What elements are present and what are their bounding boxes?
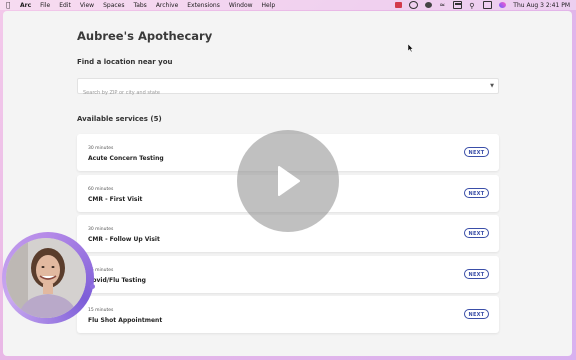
services-heading: Available services (5) [77, 115, 162, 123]
service-name: Flu Shot Appointment [88, 317, 163, 324]
search-icon[interactable]: ⚲ [469, 2, 476, 10]
status-dot-icon[interactable] [425, 2, 433, 8]
apple-icon[interactable]:  [6, 1, 14, 9]
menu-window[interactable]: Window [229, 2, 253, 9]
service-card[interactable]: 15 minutes Flu Shot Appointment NEXT [77, 296, 499, 333]
service-duration: 30 minutes [88, 146, 114, 151]
service-name: Acute Concern Testing [88, 155, 164, 162]
service-duration: 15 minutes [88, 308, 114, 313]
menu-bar:  Arc File Edit View Spaces Tabs Archive… [0, 0, 576, 10]
record-icon[interactable] [409, 1, 419, 9]
menu-file[interactable]: File [40, 2, 50, 9]
menu-help[interactable]: Help [262, 2, 276, 9]
next-button[interactable]: NEXT [464, 187, 489, 198]
next-button[interactable]: NEXT [464, 268, 489, 279]
service-name: CMR - Follow Up Visit [88, 236, 160, 243]
location-search-box[interactable]: ▼ [77, 78, 499, 100]
next-button[interactable]: NEXT [464, 147, 489, 157]
menu-edit[interactable]: Edit [59, 2, 71, 9]
find-location-label: Find a location near you [77, 58, 173, 66]
webcam-video[interactable] [6, 238, 86, 318]
dropdown-caret-icon[interactable]: ▼ [490, 83, 494, 89]
page-title: Aubree's Apothecary [77, 29, 213, 43]
menu-archive[interactable]: Archive [156, 2, 178, 9]
next-button[interactable]: NEXT [464, 228, 489, 238]
video-play-button[interactable] [237, 130, 339, 232]
service-duration: 60 minutes [88, 186, 114, 192]
wifi-icon[interactable]: ≈ [439, 2, 446, 9]
menu-bar-status: ≈ ⚲ Thu Aug 3 2:41 PM [395, 0, 570, 10]
menu-app-name[interactable]: Arc [20, 2, 31, 9]
location-search-input[interactable] [78, 86, 483, 100]
service-name: CMR - First Visit [88, 195, 143, 203]
mouse-cursor-icon [408, 44, 414, 53]
menu-tabs[interactable]: Tabs [134, 2, 147, 9]
webcam-resize-handle[interactable] [90, 284, 95, 289]
service-name: Covid/Flu Testing [88, 276, 146, 284]
control-center-icon[interactable] [483, 1, 493, 9]
next-button[interactable]: NEXT [464, 309, 489, 319]
app-status-icon[interactable] [395, 2, 403, 8]
menu-spaces[interactable]: Spaces [103, 2, 124, 9]
service-duration: 30 minutes [88, 227, 114, 232]
menu-clock[interactable]: Thu Aug 3 2:41 PM [513, 2, 570, 9]
presenter-image [6, 238, 86, 318]
menu-extensions[interactable]: Extensions [187, 2, 220, 9]
play-icon [278, 166, 300, 196]
battery-icon[interactable] [453, 1, 463, 9]
siri-icon[interactable] [499, 2, 507, 8]
service-card[interactable]: 15 minutes Covid/Flu Testing NEXT [77, 255, 499, 293]
menu-view[interactable]: View [80, 2, 94, 9]
